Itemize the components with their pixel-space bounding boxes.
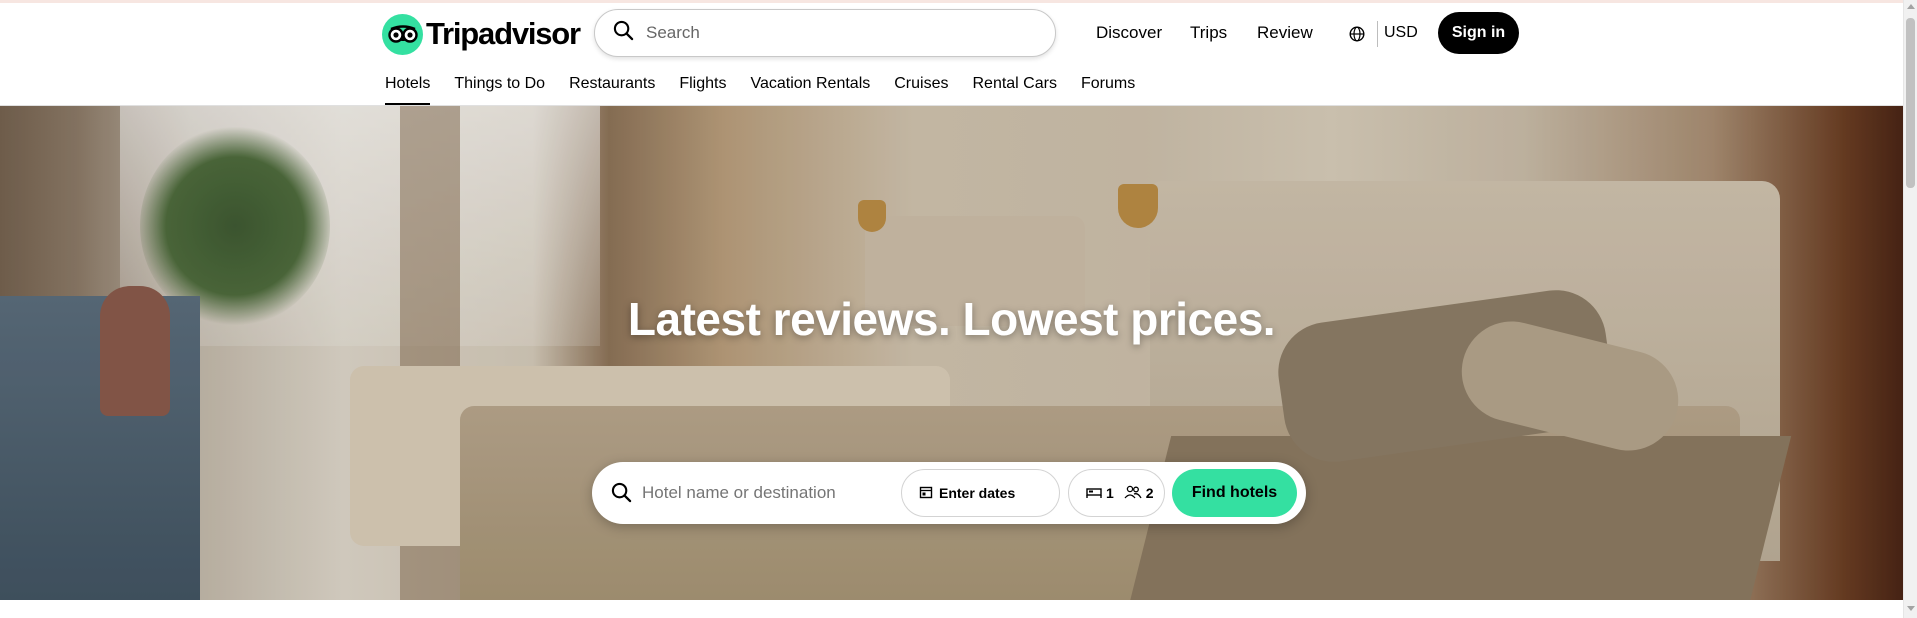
nav-discover[interactable]: Discover [1096, 23, 1162, 43]
bed-icon [1086, 485, 1102, 502]
scroll-up-arrow-icon[interactable] [1907, 4, 1915, 9]
sign-in-button[interactable]: Sign in [1438, 12, 1519, 54]
scrollbar-thumb[interactable] [1906, 18, 1915, 188]
currency-divider [1377, 21, 1378, 47]
enter-dates-label: Enter dates [939, 485, 1016, 501]
nav-review[interactable]: Review [1257, 23, 1313, 43]
tab-things-to-do[interactable]: Things to Do [454, 75, 545, 105]
search-icon [613, 20, 634, 46]
scroll-down-arrow-icon[interactable] [1907, 606, 1915, 611]
tab-cruises[interactable]: Cruises [894, 75, 948, 105]
hero-title: Latest reviews. Lowest prices. [627, 293, 1276, 345]
globe-icon[interactable] [1349, 26, 1365, 47]
hero-banner: Latest reviews. Lowest prices. Enter dat… [0, 106, 1903, 600]
hotel-search-bar: Enter dates 1 2 Find hotels [592, 462, 1306, 524]
rooms-count: 1 [1106, 485, 1114, 501]
tab-forums[interactable]: Forums [1081, 75, 1135, 105]
find-hotels-button[interactable]: Find hotels [1172, 469, 1297, 517]
rooms-guests-button[interactable]: 1 2 [1068, 469, 1165, 517]
tab-flights[interactable]: Flights [679, 75, 726, 105]
hero-overlay [0, 106, 1903, 600]
tab-rental-cars[interactable]: Rental Cars [972, 75, 1056, 105]
tab-restaurants[interactable]: Restaurants [569, 75, 655, 105]
search-icon [611, 482, 632, 508]
tab-hotels[interactable]: Hotels [385, 75, 431, 105]
category-tabs: Hotels Things to Do Restaurants Flights … [385, 75, 1159, 105]
destination-input[interactable] [642, 483, 882, 503]
guests-count: 2 [1145, 485, 1154, 501]
enter-dates-button[interactable]: Enter dates [901, 469, 1060, 517]
calendar-icon [919, 485, 933, 502]
tab-vacation-rentals[interactable]: Vacation Rentals [750, 75, 870, 105]
currency-selector[interactable]: USD [1384, 24, 1418, 42]
nav-trips[interactable]: Trips [1190, 23, 1227, 43]
search-input[interactable]: Search [646, 23, 700, 43]
site-search-bar[interactable]: Search [594, 9, 1056, 57]
guests-icon [1124, 485, 1142, 502]
page-scrollbar[interactable] [1903, 0, 1917, 618]
site-header: Tripadvisor Search Discover Trips Review… [0, 3, 1903, 106]
tripadvisor-logo[interactable]: Tripadvisor [382, 13, 581, 55]
brand-name: Tripadvisor [426, 16, 581, 51]
tripadvisor-owl-icon [382, 13, 423, 55]
